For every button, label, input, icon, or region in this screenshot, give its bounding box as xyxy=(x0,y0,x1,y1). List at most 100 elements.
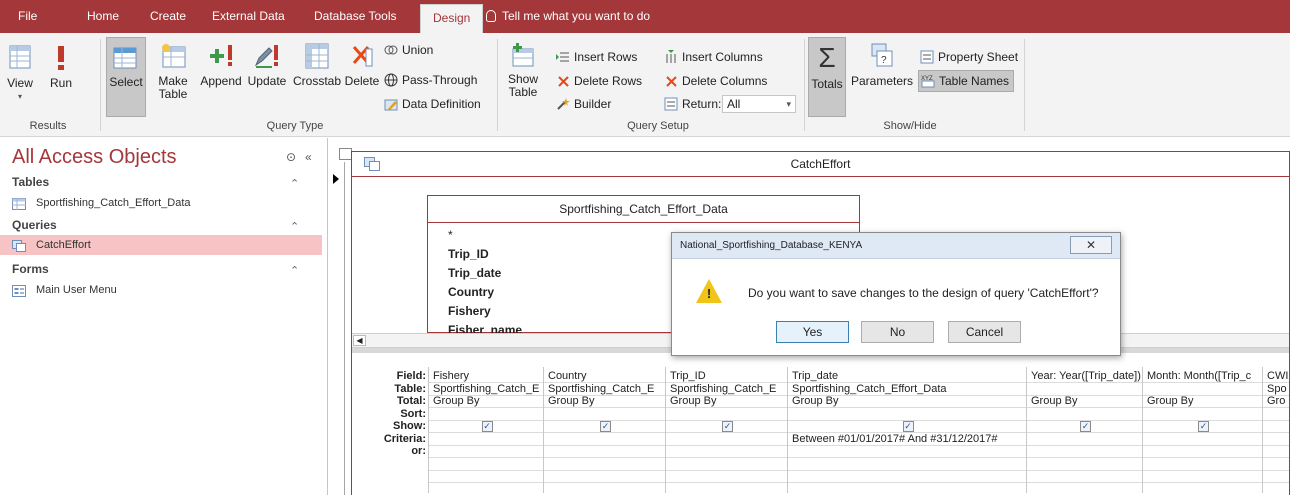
grid-cell-field[interactable]: CWI xyxy=(1264,370,1289,382)
delete-rows-button[interactable]: Delete Rows xyxy=(556,71,642,91)
chevron-down-icon: ▾ xyxy=(786,99,791,109)
grid-row-line xyxy=(429,419,1289,421)
tab-file[interactable]: File xyxy=(18,0,37,33)
delete-columns-button[interactable]: Delete Columns xyxy=(664,71,767,91)
crosstab-icon xyxy=(305,43,329,69)
nav-item-sportfishing-table[interactable]: Sportfishing_Catch_Effort_Data xyxy=(0,193,322,213)
field-list-item[interactable]: * xyxy=(448,226,453,244)
no-button[interactable]: No xyxy=(861,321,934,343)
delete-query-button[interactable]: Delete xyxy=(344,37,380,88)
select-query-button[interactable]: Select xyxy=(106,37,146,117)
grid-cell-table[interactable]: Sportfishing_Catch_Effort_Data xyxy=(789,383,1028,395)
grid-cell-table[interactable]: Sportfishing_Catch_E xyxy=(430,383,545,395)
data-definition-button[interactable]: Data Definition xyxy=(384,94,481,114)
make-table-icon xyxy=(159,43,187,69)
crosstab-button[interactable]: Crosstab xyxy=(290,37,344,88)
update-label: Update xyxy=(247,74,287,88)
tab-create[interactable]: Create xyxy=(150,0,186,33)
delete-rows-label: Delete Rows xyxy=(574,74,643,88)
yes-button[interactable]: Yes xyxy=(776,321,849,343)
collapse-chevron-icon[interactable]: ⌃ xyxy=(290,264,299,277)
grid-row-line xyxy=(429,457,1289,458)
grid-cell-total[interactable]: Group By xyxy=(545,395,667,407)
field-list-item[interactable]: Country xyxy=(448,283,494,301)
insert-rows-button[interactable]: Insert Rows xyxy=(556,47,637,67)
grid-cell-total[interactable]: Group By xyxy=(789,395,1028,407)
nav-item-main-user-menu-form[interactable]: Main User Menu xyxy=(0,280,322,300)
grid-cell-field[interactable]: Month: Month([Trip_c xyxy=(1144,370,1264,382)
grid-cell-field[interactable]: Year: Year([Trip_date]) xyxy=(1028,370,1144,382)
return-label: Return: xyxy=(682,97,722,111)
parameters-button[interactable]: ? Parameters xyxy=(850,37,914,88)
builder-button[interactable]: Builder xyxy=(556,94,611,114)
show-table-button[interactable]: Show Table xyxy=(506,37,540,99)
show-checkbox[interactable]: ✓ xyxy=(1080,421,1091,432)
union-button[interactable]: Union xyxy=(384,40,433,60)
show-checkbox[interactable]: ✓ xyxy=(600,421,611,432)
collapse-chevron-icon[interactable]: ⌃ xyxy=(290,177,299,190)
query-icon xyxy=(364,157,380,171)
tell-me-search[interactable]: Tell me what you want to do xyxy=(486,0,650,33)
grid-cell-total[interactable]: Group By xyxy=(667,395,789,407)
update-pencil-icon xyxy=(253,43,281,69)
nav-section-forms[interactable]: Forms xyxy=(12,262,49,276)
show-checkbox[interactable]: ✓ xyxy=(481,421,493,432)
grid-cell-table[interactable] xyxy=(1028,383,1144,395)
update-button[interactable]: Update xyxy=(244,37,290,88)
show-checkbox[interactable]: ✓ xyxy=(902,421,914,432)
insert-columns-button[interactable]: Insert Columns xyxy=(664,47,763,67)
grid-cell-table[interactable] xyxy=(1144,383,1264,395)
grid-cell-table[interactable]: Sportfishing_Catch_E xyxy=(545,383,667,395)
property-sheet-button[interactable]: Property Sheet xyxy=(920,47,1018,67)
query-type-group-label: Query Type xyxy=(266,120,324,132)
close-icon[interactable]: ✕ xyxy=(1070,236,1112,254)
grid-row-line xyxy=(429,482,1289,483)
grid-cell-field[interactable]: Trip_date xyxy=(789,370,1028,382)
parameters-label: Parameters xyxy=(850,74,914,88)
view-button[interactable]: View ▾ xyxy=(6,37,34,103)
run-button[interactable]: Run xyxy=(46,37,76,90)
grid-cell-field[interactable]: Fishery xyxy=(430,370,545,382)
datasheet-view-icon xyxy=(9,45,31,71)
cancel-button[interactable]: Cancel xyxy=(948,321,1021,343)
make-table-button[interactable]: Make Table xyxy=(152,37,194,101)
grid-cell-total[interactable]: Group By xyxy=(1028,395,1144,407)
pass-through-button[interactable]: Pass-Through xyxy=(384,70,477,90)
union-label: Union xyxy=(402,43,434,57)
tab-home[interactable]: Home xyxy=(87,0,119,33)
totals-button[interactable]: Σ Totals xyxy=(808,37,846,117)
grid-cell-table[interactable]: Spo xyxy=(1264,383,1289,395)
table-names-button[interactable]: XYZ Table Names xyxy=(918,70,1015,92)
grid-cell-total[interactable]: Group By xyxy=(430,395,545,407)
show-checkbox[interactable]: ✓ xyxy=(1198,421,1209,432)
nav-menu-dropdown-icon[interactable]: ⊙ xyxy=(286,150,296,164)
field-list-title[interactable]: Sportfishing_Catch_Effort_Data xyxy=(428,196,859,223)
scroll-left-icon[interactable]: ◀ xyxy=(353,335,366,346)
nav-pane-title[interactable]: All Access Objects xyxy=(12,146,177,169)
return-select[interactable]: All ▾ xyxy=(722,95,796,113)
nav-item-catcheffort-query[interactable]: CatchEffort xyxy=(0,235,322,255)
property-sheet-icon xyxy=(920,50,934,64)
collapse-chevron-icon[interactable]: ⌃ xyxy=(290,220,299,233)
append-button[interactable]: Append xyxy=(198,37,244,88)
builder-wand-icon xyxy=(556,97,570,111)
field-list-item[interactable]: Trip_date xyxy=(448,264,501,282)
tab-external-data[interactable]: External Data xyxy=(212,0,285,33)
grid-cell-criteria[interactable]: Between #01/01/2017# And #31/12/2017# xyxy=(789,433,1028,445)
grid-cell-total[interactable]: Group By xyxy=(1144,395,1264,407)
grid-cell-table[interactable]: Sportfishing_Catch_E xyxy=(667,383,789,395)
delete-columns-label: Delete Columns xyxy=(682,74,768,88)
nav-section-queries[interactable]: Queries xyxy=(12,218,57,232)
field-list-item[interactable]: Trip_ID xyxy=(448,245,489,263)
nav-item-label: CatchEffort xyxy=(36,239,91,251)
grid-cell-field[interactable]: Trip_ID xyxy=(667,370,789,382)
dialog-message: Do you want to save changes to the desig… xyxy=(748,286,1099,300)
grid-cell-total[interactable]: Gro xyxy=(1264,395,1289,407)
show-checkbox[interactable]: ✓ xyxy=(722,421,733,432)
field-list-item[interactable]: Fishery xyxy=(448,302,491,320)
grid-cell-field[interactable]: Country xyxy=(545,370,667,382)
query-setup-group-label: Query Setup xyxy=(627,120,689,132)
nav-collapse-icon[interactable]: « xyxy=(305,150,312,164)
tab-database-tools[interactable]: Database Tools xyxy=(314,0,397,33)
nav-section-tables[interactable]: Tables xyxy=(12,175,49,189)
